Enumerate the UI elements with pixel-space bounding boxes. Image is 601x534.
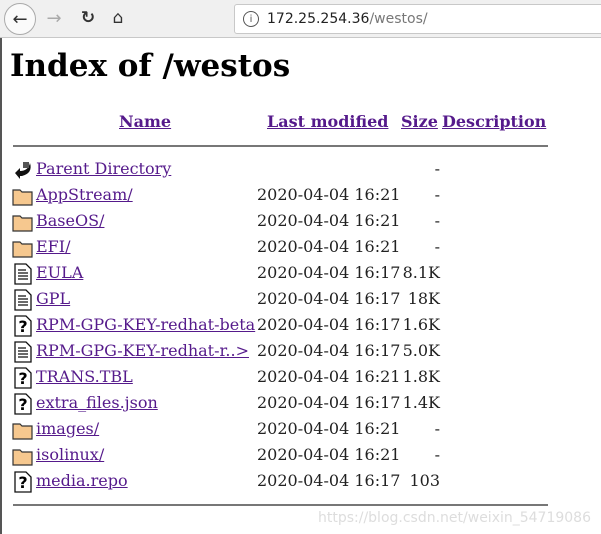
file-size: 8.1K: [402, 263, 440, 282]
folder-icon: [12, 237, 34, 259]
svg-text:?: ?: [18, 317, 27, 336]
table-row: RPM-GPG-KEY-redhat-r..> 2020-04-04 16:17…: [2, 339, 562, 365]
file-link[interactable]: TRANS.TBL: [36, 367, 133, 386]
file-size: 1.6K: [402, 315, 440, 334]
watermark: https://blog.csdn.net/weixin_54719086: [317, 510, 591, 526]
reload-button[interactable]: ↻: [76, 6, 100, 30]
file-link[interactable]: media.repo: [36, 471, 128, 490]
table-row: ? RPM-GPG-KEY-redhat-beta 2020-04-04 16:…: [2, 313, 562, 339]
divider: [13, 504, 548, 506]
folder-icon: [12, 185, 34, 207]
file-size: -: [434, 211, 440, 230]
info-icon[interactable]: i: [243, 11, 259, 27]
modified-date: 2020-04-04 16:21: [257, 367, 401, 386]
file-link[interactable]: RPM-GPG-KEY-redhat-beta: [36, 315, 255, 334]
svg-text:?: ?: [18, 473, 27, 492]
file-link[interactable]: Parent Directory: [36, 159, 171, 178]
table-row: ? extra_files.json 2020-04-04 16:17 1.4K: [2, 391, 562, 417]
file-size: 103: [409, 471, 440, 490]
file-size: 5.0K: [402, 341, 440, 360]
unknown-file-icon: ?: [12, 393, 34, 415]
divider: [13, 145, 548, 147]
table-row: AppStream/ 2020-04-04 16:21 -: [2, 183, 562, 209]
unknown-file-icon: ?: [12, 315, 34, 337]
table-row: ? TRANS.TBL 2020-04-04 16:21 1.8K: [2, 365, 562, 391]
sort-modified-link[interactable]: Last modified: [267, 112, 388, 131]
browser-toolbar: ← → ↻ ⌂ i 172.25.254.36/westos/: [0, 0, 601, 38]
file-size: -: [434, 185, 440, 204]
folder-icon: [12, 419, 34, 441]
file-link[interactable]: GPL: [36, 289, 70, 308]
url-host: 172.25.254.36: [267, 11, 370, 27]
modified-date: 2020-04-04 16:21: [257, 237, 401, 256]
unknown-file-icon: ?: [12, 367, 34, 389]
modified-date: 2020-04-04 16:17: [257, 341, 401, 360]
table-row: BaseOS/ 2020-04-04 16:21 -: [2, 209, 562, 235]
unknown-file-icon: ?: [12, 471, 34, 493]
file-link[interactable]: AppStream/: [36, 185, 133, 204]
svg-text:?: ?: [18, 369, 27, 388]
text-file-icon: [12, 289, 34, 311]
file-link[interactable]: EFI/: [36, 237, 71, 256]
text-file-icon: [12, 263, 34, 285]
file-size: 1.8K: [402, 367, 440, 386]
modified-date: 2020-04-04 16:17: [257, 315, 401, 334]
file-link[interactable]: BaseOS/: [36, 211, 104, 230]
table-row: ? media.repo 2020-04-04 16:17 103: [2, 469, 562, 495]
file-link[interactable]: EULA: [36, 263, 83, 282]
text-file-icon: [12, 341, 34, 363]
file-link[interactable]: extra_files.json: [36, 393, 158, 412]
back-button[interactable]: ←: [4, 3, 36, 35]
modified-date: 2020-04-04 16:21: [257, 419, 401, 438]
file-link[interactable]: RPM-GPG-KEY-redhat-r..>: [36, 341, 249, 360]
svg-text:?: ?: [18, 395, 27, 414]
file-size: -: [434, 237, 440, 256]
table-row: EULA 2020-04-04 16:17 8.1K: [2, 261, 562, 287]
file-size: 1.4K: [402, 393, 440, 412]
modified-date: 2020-04-04 16:17: [257, 289, 401, 308]
url-path: /westos/: [369, 11, 428, 27]
modified-date: 2020-04-04 16:21: [257, 445, 401, 464]
file-size: -: [434, 159, 440, 178]
page-title: Index of /westos: [10, 48, 291, 84]
page-content: Index of /westos Name Last modified Size…: [0, 38, 601, 534]
table-row: Parent Directory -: [2, 157, 562, 183]
table-row: isolinux/ 2020-04-04 16:21 -: [2, 443, 562, 469]
sort-name-link[interactable]: Name: [119, 112, 171, 131]
forward-button[interactable]: →: [42, 6, 66, 30]
modified-date: 2020-04-04 16:21: [257, 211, 401, 230]
back-arrow-icon: [12, 159, 34, 181]
file-size: -: [434, 419, 440, 438]
folder-icon: [12, 445, 34, 467]
sort-description-link[interactable]: Description: [442, 112, 546, 131]
folder-icon: [12, 211, 34, 233]
table-row: images/ 2020-04-04 16:21 -: [2, 417, 562, 443]
file-link[interactable]: isolinux/: [36, 445, 104, 464]
modified-date: 2020-04-04 16:17: [257, 393, 401, 412]
table-row: GPL 2020-04-04 16:17 18K: [2, 287, 562, 313]
file-size: -: [434, 445, 440, 464]
sort-size-link[interactable]: Size: [401, 112, 438, 131]
table-row: EFI/ 2020-04-04 16:21 -: [2, 235, 562, 261]
file-size: 18K: [407, 289, 440, 308]
modified-date: 2020-04-04 16:17: [257, 471, 401, 490]
modified-date: 2020-04-04 16:17: [257, 263, 401, 282]
url-bar[interactable]: i 172.25.254.36/westos/: [234, 4, 601, 34]
modified-date: 2020-04-04 16:21: [257, 185, 401, 204]
home-button[interactable]: ⌂: [106, 6, 130, 30]
file-link[interactable]: images/: [36, 419, 99, 438]
